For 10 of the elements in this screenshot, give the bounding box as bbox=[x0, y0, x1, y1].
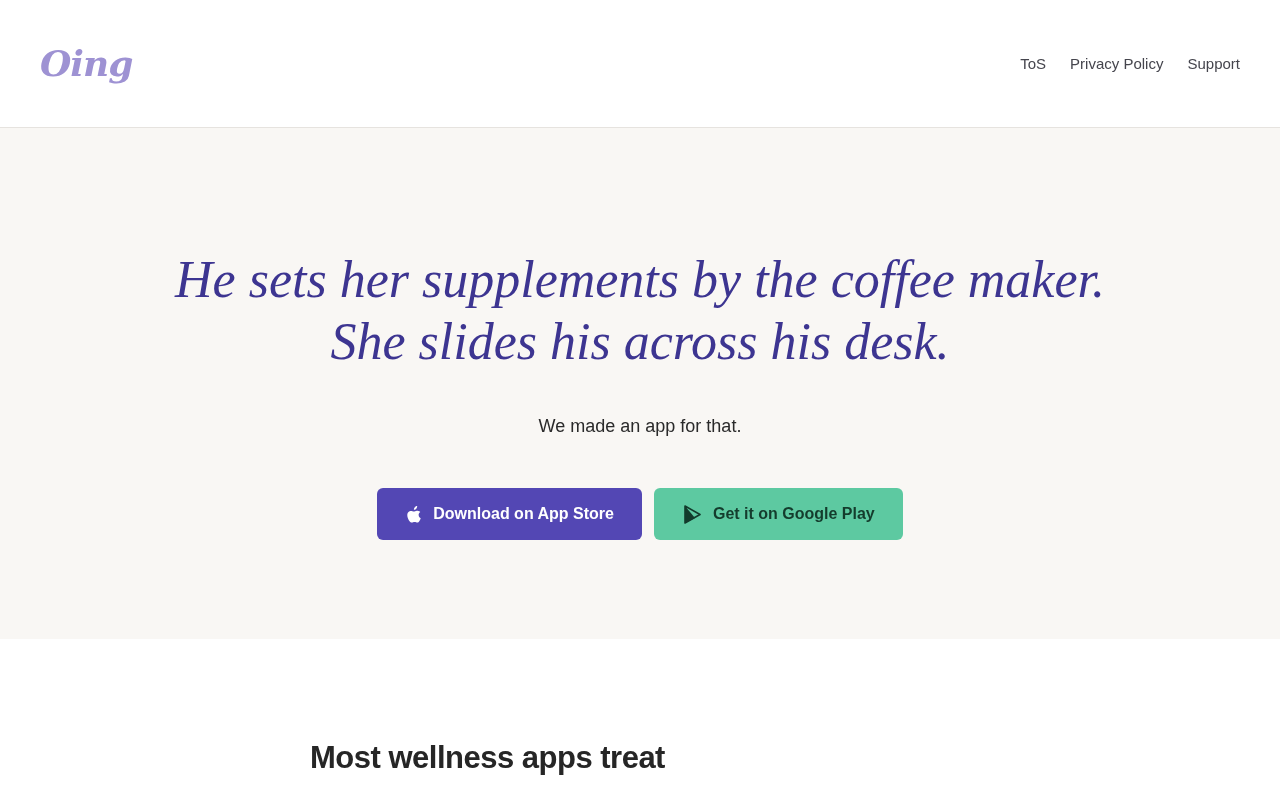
google-play-button[interactable]: Get it on Google Play bbox=[653, 488, 903, 540]
play-triangle-icon bbox=[683, 504, 701, 524]
apple-icon bbox=[407, 505, 422, 523]
nav-link[interactable]: ToS bbox=[1020, 53, 1047, 74]
hero-tagline: We made an app for that. bbox=[538, 415, 742, 438]
app-store-button[interactable]: Download on App Store bbox=[377, 488, 642, 540]
nav-link[interactable]: Support bbox=[1187, 53, 1240, 74]
section-heading: Most wellness apps treat bbox=[310, 740, 666, 776]
hero-headline: He sets her supplements by the coffee maker. She slides his across his desk. bbox=[175, 250, 1105, 372]
nav-link[interactable]: Privacy Policy bbox=[1070, 53, 1164, 74]
